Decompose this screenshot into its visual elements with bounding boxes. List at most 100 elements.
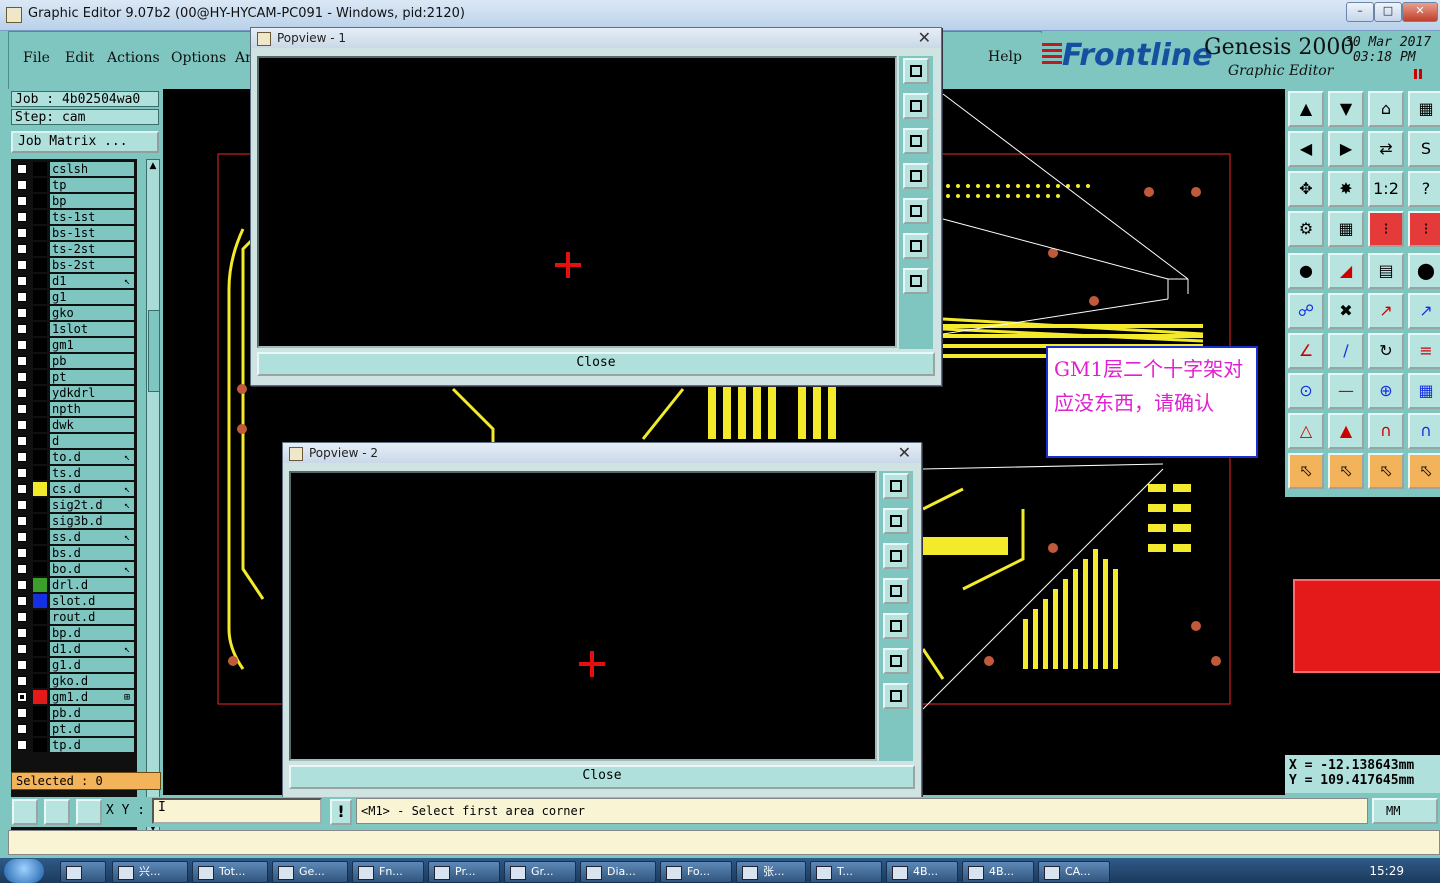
layer-color-swatch[interactable] <box>33 434 47 448</box>
layer-row[interactable]: slot.d <box>11 593 137 609</box>
layer-checkbox[interactable] <box>17 644 27 654</box>
scroll-up-icon[interactable]: ▲ <box>148 161 158 171</box>
layer-color-swatch[interactable] <box>33 546 47 560</box>
layer-checkbox[interactable] <box>17 660 27 670</box>
taskbar-item[interactable]: Ge... <box>272 861 348 883</box>
popview-pan-down-icon[interactable] <box>903 128 929 154</box>
layer-row[interactable]: g1 <box>11 289 137 305</box>
layer-checkbox[interactable] <box>17 212 27 222</box>
add-surface-icon[interactable]: ◢ <box>1328 253 1364 289</box>
layer-color-swatch[interactable] <box>33 722 47 736</box>
layer-name[interactable]: bs.d <box>50 546 134 560</box>
layer-color-swatch[interactable] <box>33 642 47 656</box>
layer-name[interactable]: 1slot <box>50 322 134 336</box>
layer-row[interactable]: d1.d ↖ <box>11 641 137 657</box>
layer-row[interactable]: dwk <box>11 417 137 433</box>
layer-color-swatch[interactable] <box>33 674 47 688</box>
help-icon[interactable]: ? <box>1408 171 1440 207</box>
taskbar-item[interactable]: Dia... <box>580 861 656 883</box>
layer-checkbox[interactable] <box>17 516 27 526</box>
measure-icon[interactable]: ▤ <box>1368 253 1404 289</box>
menu-file[interactable]: File <box>23 50 50 66</box>
layer-color-swatch[interactable] <box>33 594 47 608</box>
popview-fit-icon[interactable] <box>883 473 909 499</box>
layer-checkbox[interactable] <box>17 580 27 590</box>
layer-name[interactable]: g1.d <box>50 658 134 672</box>
layer-name[interactable]: ts.d <box>50 466 134 480</box>
layer-row[interactable]: ts-1st <box>11 209 137 225</box>
layer-row[interactable]: gko <box>11 305 137 321</box>
triangle-icon[interactable]: △ <box>1288 413 1324 449</box>
layer-name[interactable]: pt.d <box>50 722 134 736</box>
layer-checkbox[interactable] <box>17 260 27 270</box>
layer-name[interactable]: bs-1st <box>50 226 134 240</box>
layer-checkbox[interactable] <box>17 500 27 510</box>
grid-mode-icon[interactable] <box>76 799 102 825</box>
minimize-button[interactable]: – <box>1346 2 1374 22</box>
layer-color-swatch[interactable] <box>33 690 47 704</box>
zoom-center-icon[interactable]: ✸ <box>1328 171 1364 207</box>
layer-row[interactable]: bs.d <box>11 545 137 561</box>
layer-color-swatch[interactable] <box>33 210 47 224</box>
menu-options[interactable]: Options <box>171 50 226 66</box>
scroll-thumb[interactable] <box>148 310 160 392</box>
layer-row[interactable]: bo.d ↖ <box>11 561 137 577</box>
popview-pan-up-icon[interactable] <box>883 508 909 534</box>
layer-checkbox[interactable] <box>17 676 27 686</box>
align-icon[interactable]: ≡ <box>1408 333 1440 369</box>
layer-name[interactable]: cslsh <box>50 162 134 176</box>
layer-checkbox[interactable] <box>17 180 27 190</box>
layer-row[interactable]: d <box>11 433 137 449</box>
layer-color-swatch[interactable] <box>33 626 47 640</box>
layer-checkbox[interactable] <box>17 324 27 334</box>
command-strip[interactable] <box>8 830 1440 855</box>
layer-checkbox[interactable] <box>17 164 27 174</box>
snap-alt-icon[interactable]: ⁝ <box>1408 211 1440 247</box>
layer-name[interactable]: tp.d <box>50 738 134 752</box>
xy-input[interactable]: I <box>152 798 322 824</box>
layer-row[interactable]: pt <box>11 369 137 385</box>
layer-row[interactable]: ydkdrl <box>11 385 137 401</box>
layer-color-swatch[interactable] <box>33 706 47 720</box>
layer-name[interactable]: dwk <box>50 418 134 432</box>
start-button[interactable] <box>4 859 44 883</box>
move-point-icon[interactable]: ⊕ <box>1368 373 1404 409</box>
rotate-icon[interactable]: ↻ <box>1368 333 1404 369</box>
pause-icon[interactable] <box>1414 69 1422 79</box>
layer-name[interactable]: slot.d <box>50 594 134 608</box>
layer-color-swatch[interactable] <box>33 402 47 416</box>
popview-pan-left-icon[interactable] <box>903 163 929 189</box>
layer-row[interactable]: cslsh <box>11 161 137 177</box>
layer-color-swatch[interactable] <box>33 306 47 320</box>
layer-name[interactable]: gko.d <box>50 674 134 688</box>
triangle-alt-icon[interactable]: ▲ <box>1328 413 1364 449</box>
layer-row[interactable]: drl.d <box>11 577 137 593</box>
layer-color-swatch[interactable] <box>33 258 47 272</box>
layer-row[interactable]: ts-2st <box>11 241 137 257</box>
move-left-icon[interactable]: ◀ <box>1288 131 1324 167</box>
layer-name[interactable]: gm1.d ⊞ <box>50 690 134 704</box>
layer-row[interactable]: to.d ↖ <box>11 449 137 465</box>
layer-color-swatch[interactable] <box>33 338 47 352</box>
snap-mode-icon[interactable] <box>12 799 38 825</box>
layer-color-swatch[interactable] <box>33 274 47 288</box>
pointer-edit-icon[interactable]: ⬁ <box>1368 453 1404 489</box>
taskbar-item[interactable]: T... <box>810 861 882 883</box>
layer-name[interactable]: npth <box>50 402 134 416</box>
layer-color-swatch[interactable] <box>33 610 47 624</box>
menu-help[interactable]: Help <box>988 49 1022 65</box>
taskbar-item[interactable]: Tot... <box>192 861 268 883</box>
popview-2-canvas[interactable] <box>289 471 877 761</box>
snap-icon[interactable]: ⁝ <box>1368 211 1404 247</box>
layer-checkbox[interactable] <box>17 452 27 462</box>
popview-2-close-icon[interactable]: ✕ <box>898 443 911 462</box>
snake-icon[interactable]: S <box>1408 131 1440 167</box>
layer-color-swatch[interactable] <box>33 322 47 336</box>
layer-color-swatch[interactable] <box>33 290 47 304</box>
move-right-icon[interactable]: ▶ <box>1328 131 1364 167</box>
layer-name[interactable]: rout.d <box>50 610 134 624</box>
popview-pan-up-icon[interactable] <box>903 93 929 119</box>
popview-pan-down-icon[interactable] <box>883 543 909 569</box>
diagonal-icon[interactable]: ∕ <box>1328 333 1364 369</box>
mirror-icon[interactable]: ⇄ <box>1368 131 1404 167</box>
